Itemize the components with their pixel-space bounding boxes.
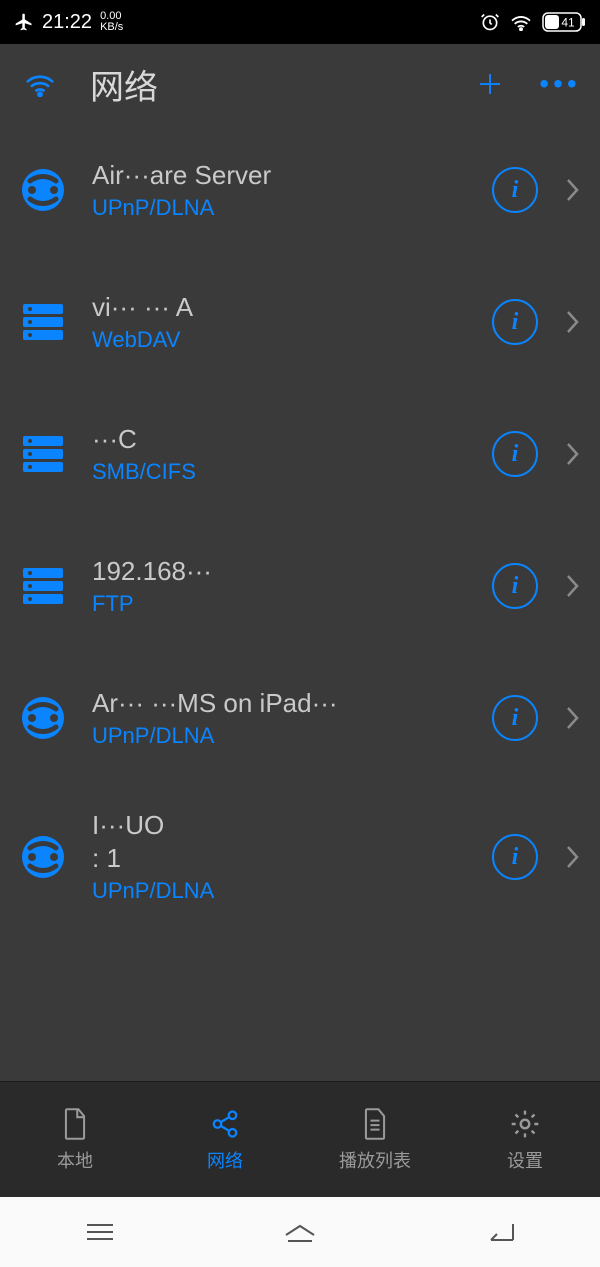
status-right: 41	[480, 12, 586, 32]
sys-menu-button[interactable]	[70, 1212, 130, 1252]
tab-network[interactable]: 网络	[150, 1082, 300, 1197]
tab-settings[interactable]: 设置	[450, 1082, 600, 1197]
tab-label: 播放列表	[339, 1147, 411, 1173]
playlist-icon	[361, 1107, 389, 1141]
item-protocol: UPnP/DLNA	[92, 195, 466, 221]
chevron-right-icon	[564, 441, 580, 467]
server-icon	[20, 431, 66, 477]
tab-label: 设置	[507, 1147, 543, 1173]
server-icon	[20, 563, 66, 609]
network-item[interactable]: ···C SMB/CIFS i	[0, 388, 600, 520]
info-button[interactable]: i	[492, 167, 538, 213]
network-item[interactable]: 192.168··· FTP i	[0, 520, 600, 652]
item-title: I···UO	[92, 810, 466, 841]
dlna-icon	[20, 167, 66, 213]
status-speed: 0.00KB/s	[100, 11, 123, 33]
dlna-icon	[20, 834, 66, 880]
dlna-icon	[20, 695, 66, 741]
more-button[interactable]: •••	[540, 68, 580, 100]
chevron-right-icon	[564, 177, 580, 203]
sys-back-button[interactable]	[470, 1212, 530, 1252]
battery-indicator: 41	[542, 12, 586, 32]
item-protocol: SMB/CIFS	[92, 459, 466, 485]
chevron-right-icon	[564, 705, 580, 731]
tab-playlist[interactable]: 播放列表	[300, 1082, 450, 1197]
item-protocol: WebDAV	[92, 327, 466, 353]
chevron-right-icon	[564, 844, 580, 870]
info-button[interactable]: i	[492, 563, 538, 609]
chevron-right-icon	[564, 309, 580, 335]
alarm-icon	[480, 12, 500, 32]
tab-bar: 本地 网络 播放列表 设置	[0, 1081, 600, 1197]
item-protocol: UPnP/DLNA	[92, 878, 466, 904]
network-list[interactable]: Air···are Server UPnP/DLNA i vi··· ··· A Web…	[0, 124, 600, 1081]
item-text: ···C SMB/CIFS	[92, 424, 466, 485]
tab-label: 本地	[57, 1147, 93, 1173]
svg-text:41: 41	[561, 16, 575, 30]
server-icon	[20, 299, 66, 345]
info-button[interactable]: i	[492, 299, 538, 345]
phone-frame: 21:22 0.00KB/s 41 网络 ••• Air···are Serve…	[0, 0, 600, 1267]
network-item[interactable]: I···UO: 1 UPnP/DLNA i	[0, 784, 600, 930]
page-title: 网络	[90, 60, 440, 109]
item-subtitle: : 1	[92, 843, 466, 874]
item-text: 192.168··· FTP	[92, 556, 466, 617]
item-protocol: UPnP/DLNA	[92, 723, 466, 749]
item-text: I···UO: 1 UPnP/DLNA	[92, 810, 466, 904]
tab-label: 网络	[207, 1147, 243, 1173]
network-item[interactable]: vi··· ··· A WebDAV i	[0, 256, 600, 388]
item-text: Air···are Server UPnP/DLNA	[92, 160, 466, 221]
gear-icon	[509, 1107, 541, 1141]
item-title: Air···are Server	[92, 160, 466, 191]
wifi-header-icon	[20, 71, 60, 97]
chevron-right-icon	[564, 573, 580, 599]
network-item[interactable]: Ar··· ···MS on iPad··· UPnP/DLNA i	[0, 652, 600, 784]
network-item[interactable]: Air···are Server UPnP/DLNA i	[0, 124, 600, 256]
item-text: Ar··· ···MS on iPad··· UPnP/DLNA	[92, 688, 466, 749]
status-left: 21:22 0.00KB/s	[14, 11, 123, 34]
item-protocol: FTP	[92, 591, 466, 617]
item-text: vi··· ··· A WebDAV	[92, 292, 466, 353]
item-title: vi··· ··· A	[92, 292, 466, 323]
file-icon	[61, 1107, 89, 1141]
item-title: Ar··· ···MS on iPad···	[92, 688, 466, 719]
status-bar: 21:22 0.00KB/s 41	[0, 0, 600, 44]
system-nav-bar	[0, 1197, 600, 1267]
item-title: ···C	[92, 424, 466, 455]
info-button[interactable]: i	[492, 695, 538, 741]
add-button[interactable]	[470, 69, 510, 99]
share-icon	[210, 1107, 240, 1141]
item-title: 192.168···	[92, 556, 466, 587]
tab-local[interactable]: 本地	[0, 1082, 150, 1197]
sys-home-button[interactable]	[270, 1212, 330, 1252]
info-button[interactable]: i	[492, 431, 538, 477]
airplane-mode-icon	[14, 12, 34, 32]
info-button[interactable]: i	[492, 834, 538, 880]
wifi-icon	[510, 13, 532, 31]
status-time: 21:22	[42, 11, 92, 34]
app-header: 网络 •••	[0, 44, 600, 124]
